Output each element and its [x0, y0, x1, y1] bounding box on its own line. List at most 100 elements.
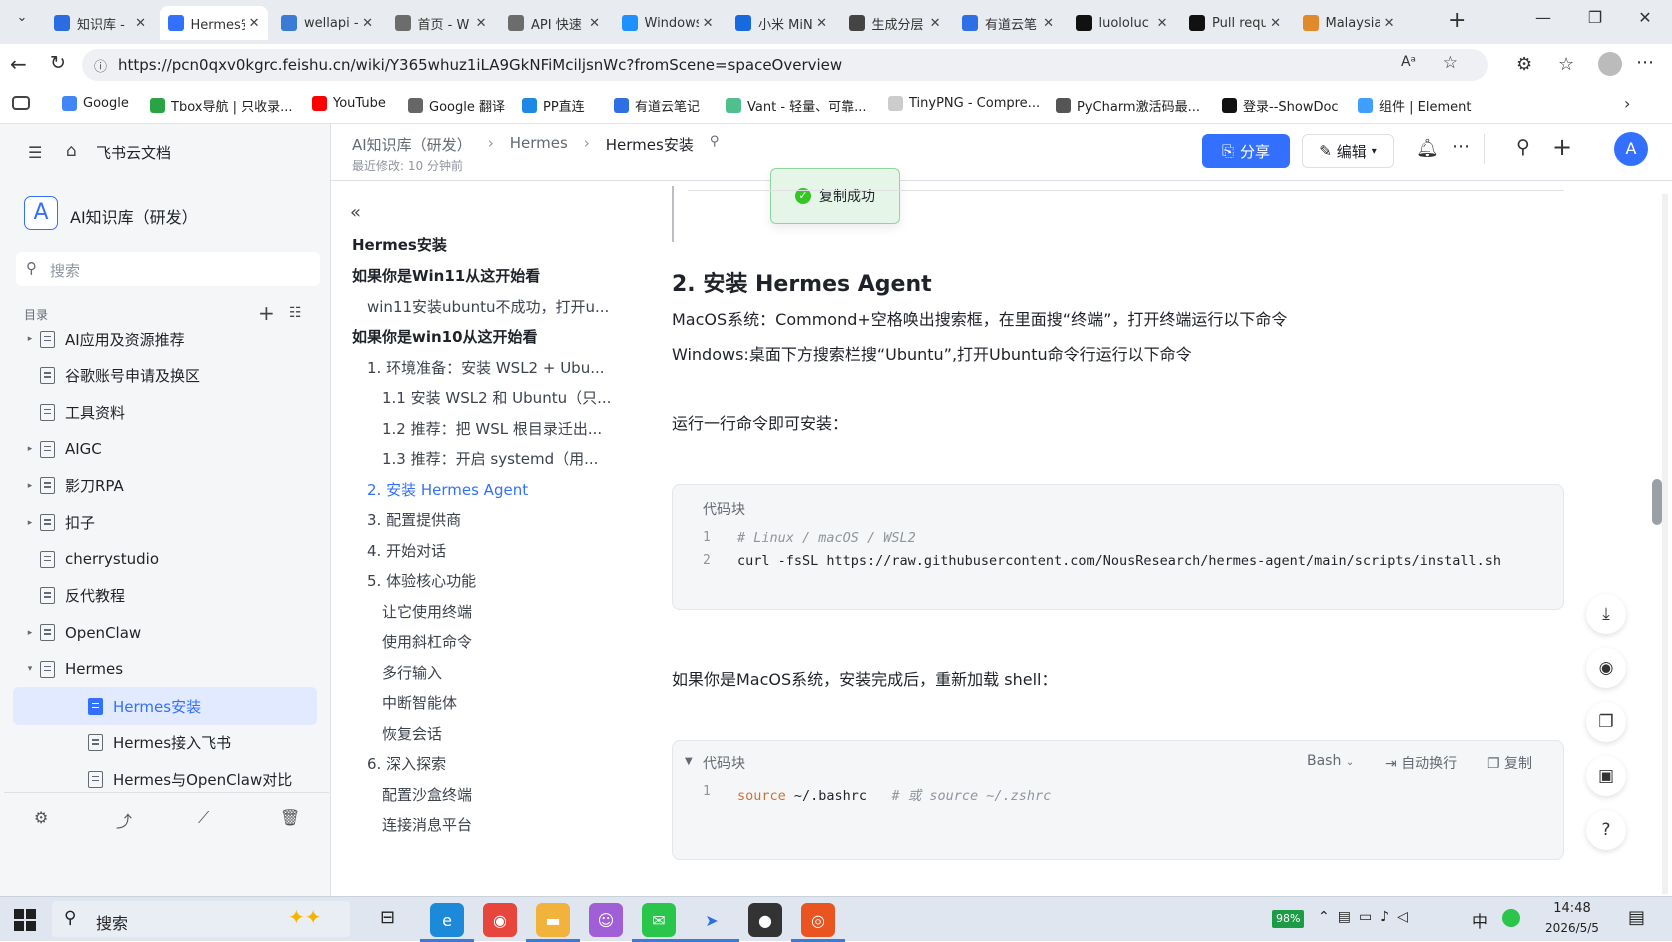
eye-icon[interactable]: ◉ — [1586, 648, 1626, 688]
tab-close-icon[interactable]: ✕ — [930, 16, 941, 31]
tab-close-icon[interactable]: ✕ — [1157, 16, 1168, 31]
bookmarks-more-chevron-icon[interactable]: › — [1624, 94, 1630, 113]
toc-item[interactable]: 1.3 推荐：开启 systemd（用... — [382, 448, 598, 469]
notification-center-icon[interactable]: ▤ — [1628, 907, 1645, 928]
url-bar[interactable]: ⓘ https://pcn0qxv0kgrc.feishu.cn/wiki/Y3… — [82, 49, 1488, 81]
wechat-icon[interactable]: ✉ — [642, 903, 676, 937]
toc-item[interactable]: 连接消息平台 — [382, 814, 472, 835]
read-aloud-icon[interactable]: Aᵃ — [1401, 54, 1416, 70]
bookmark-item[interactable]: YouTube — [312, 96, 386, 111]
toc-title[interactable]: Hermes安装 — [352, 234, 447, 255]
tab-close-icon[interactable]: ✕ — [589, 16, 600, 31]
more-options-icon[interactable]: ⋯ — [1452, 136, 1470, 157]
browser-tab[interactable]: Windows ✕ — [614, 6, 722, 40]
sidebar-item[interactable]: ▸ 影刀RPA — [4, 467, 322, 505]
browser-tab[interactable]: API 快速 ✕ — [500, 6, 608, 40]
back-icon[interactable]: ← — [10, 52, 27, 76]
file-explorer-icon[interactable]: ▬ — [536, 903, 570, 937]
sidebar-item[interactable]: ▾ Hermes — [4, 650, 322, 688]
browser-tab[interactable]: Hermes安 ✕ — [159, 6, 268, 40]
analytics-icon[interactable]: ⟋ — [198, 808, 209, 828]
edit-button[interactable]: ✎ 编辑 ▾ — [1302, 134, 1394, 168]
toc-item[interactable]: 让它使用终端 — [382, 601, 472, 622]
close-window-button[interactable]: ✕ — [1630, 8, 1660, 27]
expand-caret-icon[interactable]: ▸ — [20, 518, 40, 528]
outline-list-icon[interactable]: ☷ — [289, 305, 302, 321]
pin-icon[interactable]: ⚲ — [710, 134, 720, 155]
sidebar-item[interactable]: ▸ OpenClaw — [4, 614, 322, 652]
toc-item[interactable]: 使用斜杠命令 — [382, 631, 472, 652]
tab-actions-chevron-icon[interactable]: ⌄ — [10, 10, 34, 34]
trash-icon[interactable]: 🗑 — [280, 808, 300, 827]
expand-caret-icon[interactable]: ▸ — [20, 481, 40, 491]
new-tab-button[interactable]: + — [1448, 8, 1466, 33]
bookmark-item[interactable]: TinyPNG - Compre... — [888, 96, 1040, 111]
toc-item[interactable]: 多行输入 — [382, 662, 442, 683]
bookmark-item[interactable]: Tbox导航 | 只收录... — [150, 96, 292, 115]
toc-item[interactable]: 3. 配置提供商 — [367, 509, 461, 530]
bookmark-item[interactable]: 登录--ShowDoc — [1222, 96, 1339, 115]
expand-caret-icon[interactable]: ▸ — [20, 444, 40, 454]
collapse-caret-icon[interactable]: ▼ — [685, 756, 693, 767]
help-icon[interactable]: ? — [1586, 810, 1626, 850]
bookmark-item[interactable]: 有道云笔记 — [614, 96, 700, 115]
settings-icon[interactable]: ⚙ — [34, 808, 48, 827]
tab-close-icon[interactable]: ✕ — [1043, 16, 1054, 31]
sidebar-item[interactable]: ▸ AI应用及资源推荐 — [4, 320, 322, 358]
clock-date[interactable]: 2026/5/5 — [1536, 921, 1608, 935]
sidebar-item[interactable]: 反代教程 — [4, 577, 322, 615]
breadcrumb-space[interactable]: AI知识库（研发） — [352, 134, 472, 155]
bookmark-item[interactable]: Vant - 轻量、可靠... — [726, 96, 867, 115]
profile-avatar[interactable] — [1598, 52, 1622, 76]
sidebar-item[interactable]: cherrystudio — [4, 540, 322, 578]
site-info-icon[interactable]: ⓘ — [94, 56, 107, 75]
tab-close-icon[interactable]: ✕ — [703, 16, 714, 31]
template-icon[interactable]: ▣ — [1586, 756, 1626, 796]
more-menu-icon[interactable]: ⋯ — [1636, 52, 1654, 73]
toc-item[interactable]: 配置沙盒终端 — [382, 784, 472, 805]
browser-tab[interactable]: luololuc ✕ — [1068, 6, 1176, 40]
clock-time[interactable]: 14:48 — [1540, 901, 1604, 916]
tray-icons[interactable]: ⌃▤▭♪◁ — [1318, 909, 1416, 925]
bookmark-item[interactable]: Google — [62, 96, 129, 111]
language-select[interactable]: Bash ⌄ — [1307, 753, 1354, 769]
toc-item[interactable]: 5. 体验核心功能 — [367, 570, 476, 591]
chrome-icon[interactable]: ◉ — [483, 903, 517, 937]
expand-caret-icon[interactable]: ▸ — [20, 334, 40, 344]
taskbar-search-box[interactable]: ⚲ 搜索 ✦✦ — [52, 901, 350, 937]
browser-tab[interactable]: Pull requ ✕ — [1181, 6, 1289, 40]
toc-item[interactable]: 1.2 推荐：把 WSL 根目录迁出... — [382, 418, 602, 439]
sidebar-item[interactable]: 谷歌账号申请及换区 — [4, 357, 322, 395]
browser-tab[interactable]: wellapi - ✕ — [273, 6, 381, 40]
share-out-icon[interactable]: ⤴ — [116, 808, 132, 832]
scrollbar-track[interactable] — [1662, 194, 1668, 894]
browser-tab[interactable]: 生成分层 ✕ — [841, 6, 949, 40]
home-icon[interactable]: ⌂ — [66, 141, 77, 161]
notification-bell-icon[interactable]: 🔔︎ — [1416, 138, 1439, 159]
sidebar-item[interactable]: ▸ 扣子 — [4, 504, 322, 542]
space-name[interactable]: AI知识库（研发） — [70, 204, 198, 228]
tab-close-icon[interactable]: ✕ — [476, 16, 487, 31]
tab-close-icon[interactable]: ✕ — [362, 16, 373, 31]
restore-button[interactable]: ❐ — [1580, 8, 1610, 27]
code-block-reload[interactable]: ▼ 代码块 Bash ⌄ ⇥ 自动换行 ❐ 复制 1 source ~/.bas… — [672, 740, 1564, 860]
browser-tab[interactable]: 小米 MiN ✕ — [727, 6, 835, 40]
tab-close-icon[interactable]: ✕ — [816, 16, 827, 31]
ime-indicator[interactable]: 中 — [1472, 908, 1488, 932]
ubuntu-icon[interactable]: ◎ — [801, 903, 835, 937]
expand-caret-icon[interactable]: ▾ — [20, 664, 40, 674]
toc-item[interactable]: 中断智能体 — [382, 692, 457, 713]
task-view-icon[interactable]: ⊟ — [380, 907, 395, 928]
user-avatar[interactable]: A — [1614, 132, 1648, 166]
auto-wrap-button[interactable]: ⇥ 自动换行 — [1385, 753, 1457, 773]
toc-item[interactable]: 4. 开始对话 — [367, 540, 446, 561]
sidebar-item[interactable]: Hermes接入飞书 — [4, 724, 322, 762]
collections-icon[interactable] — [12, 96, 30, 110]
bookmark-item[interactable]: PP直连 — [522, 96, 585, 115]
browser-tab[interactable]: 有道云笔 ✕ — [954, 6, 1062, 40]
breadcrumb-parent[interactable]: Hermes — [510, 134, 568, 155]
toc-item[interactable]: 如果你是Win11从这开始看 — [352, 265, 540, 286]
sidebar-search-input[interactable]: ⚲ 搜索 — [16, 252, 320, 286]
browser-tab[interactable]: Malaysia ✕ — [1295, 6, 1403, 40]
sidebar-item[interactable]: 工具资料 — [4, 393, 322, 431]
